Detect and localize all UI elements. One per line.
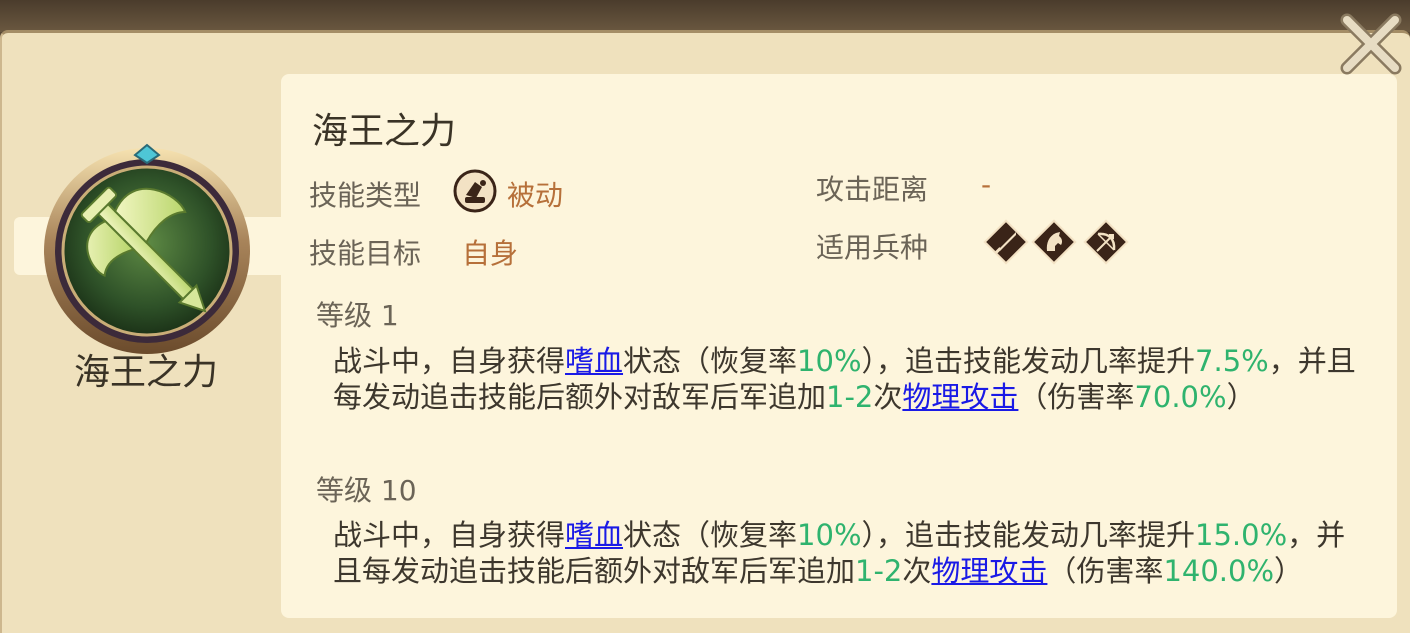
desc-text: 战斗中，自身获得 — [333, 518, 566, 552]
physical-attack-link[interactable]: 物理攻击 — [902, 380, 1018, 414]
attack-count-value: 1-2 — [855, 554, 903, 588]
chance-increase-value: 15.0% — [1195, 518, 1288, 552]
desc-text: ） — [1226, 380, 1256, 414]
recovery-rate-value: 10% — [797, 518, 862, 552]
desc-text: 战斗中，自身获得 — [333, 344, 566, 378]
skill-target-value: 自身 — [462, 237, 519, 270]
skill-type-value: 被动 — [507, 179, 564, 212]
desc-text: 次 — [902, 554, 932, 588]
physical-attack-link[interactable]: 物理攻击 — [931, 554, 1047, 588]
desc-text: 次 — [873, 380, 903, 414]
attack-range-value: - — [981, 168, 992, 201]
horse-troop-icon — [1031, 219, 1077, 265]
level-1-description: 战斗中，自身获得嗜血状态（恢复率10%），追击技能发动几率提升7.5%，并且每发… — [333, 343, 1373, 415]
skill-name-label: 海王之力 — [73, 352, 218, 393]
recovery-rate-value: 10% — [797, 344, 862, 378]
desc-text: 状态（恢复率 — [623, 518, 798, 552]
level-10-label: 等级 10 — [316, 474, 417, 507]
damage-rate-value: 140.0% — [1163, 554, 1275, 588]
troop-types-label: 适用兵种 — [816, 231, 929, 264]
attack-count-value: 1-2 — [826, 380, 874, 414]
skill-title: 海王之力 — [312, 111, 457, 152]
close-icon[interactable] — [1335, 8, 1407, 80]
level-10-description: 战斗中，自身获得嗜血状态（恢复率10%），追击技能发动几率提升15.0%，并且每… — [333, 517, 1373, 589]
skill-target-label: 技能目标 — [309, 237, 422, 270]
passive-skill-icon — [453, 169, 497, 213]
desc-text: ） — [1274, 554, 1304, 588]
window-top-frame — [0, 0, 1410, 32]
level-1-label: 等级 1 — [316, 299, 399, 332]
desc-text: ），追击技能发动几率提升 — [861, 344, 1196, 378]
desc-text: ），追击技能发动几率提升 — [861, 518, 1196, 552]
sword-troop-icon — [983, 219, 1029, 265]
desc-text: （伤害率 — [1047, 554, 1164, 588]
bloodthirst-link[interactable]: 嗜血 — [565, 518, 623, 552]
damage-rate-value: 70.0% — [1134, 380, 1227, 414]
attack-range-label: 攻击距离 — [816, 173, 929, 206]
bow-troop-icon — [1083, 219, 1129, 265]
skill-type-label: 技能类型 — [309, 179, 422, 212]
desc-text: （伤害率 — [1018, 380, 1135, 414]
axe-skill-icon — [44, 143, 250, 354]
skill-info-card: 海王之力 技能类型 被动 技能目标 自身 攻击距离 - 适用兵种 等级 1 战斗… — [281, 74, 1397, 618]
desc-text: 状态（恢复率 — [623, 344, 798, 378]
bloodthirst-link[interactable]: 嗜血 — [565, 344, 623, 378]
chance-increase-value: 7.5% — [1195, 344, 1269, 378]
skill-detail-panel: 海王之力 海王之力 技能类型 被动 技能目标 自身 攻击距离 - 适用兵种 等级… — [0, 30, 1410, 633]
